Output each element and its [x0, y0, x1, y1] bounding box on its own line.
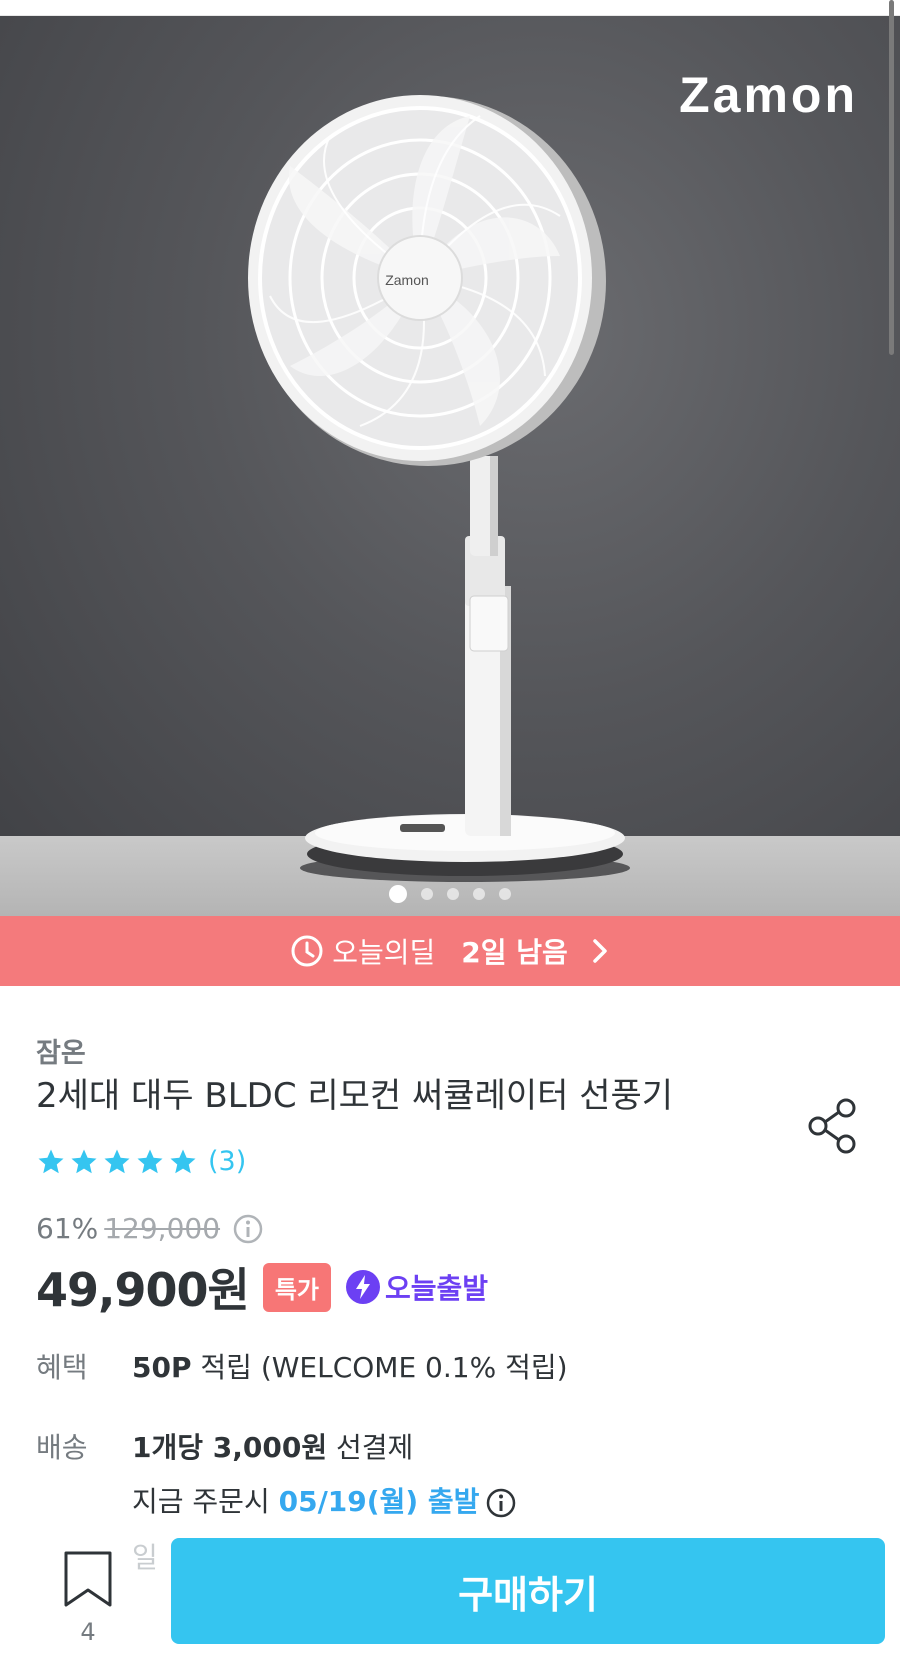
- carousel-dot[interactable]: [499, 888, 511, 900]
- star-icon: [38, 1149, 64, 1173]
- special-badge: 특가: [262, 1262, 332, 1312]
- review-count: (3): [208, 1146, 247, 1177]
- product-image[interactable]: Zamon Zamon: [0, 16, 900, 916]
- star-rating: [36, 1147, 198, 1177]
- benefit-points: 50P: [132, 1351, 192, 1384]
- bottom-action-bar: 4 구매하기: [0, 1536, 900, 1677]
- discount-rate: 61%: [36, 1212, 99, 1245]
- bookmark-button[interactable]: 4: [60, 1550, 116, 1650]
- delivery-fee-amount: 1개당 3,000원: [132, 1431, 328, 1464]
- star-icon: [71, 1149, 97, 1173]
- brand-logo: Zamon: [679, 67, 858, 123]
- discount-row: 61% 129,000: [36, 1212, 264, 1245]
- carousel-dot[interactable]: [447, 888, 459, 900]
- original-price: 129,000: [104, 1212, 221, 1245]
- benefit-text: 50P 적립 (WELCOME 0.1% 적립): [132, 1346, 568, 1386]
- today-ship-label: 오늘출발: [385, 1272, 489, 1305]
- delivery-fee: 1개당 3,000원 선결제: [132, 1426, 413, 1466]
- benefit-label: 혜택: [36, 1351, 88, 1384]
- delivery-schedule: 지금 주문시 05/19(월) 출발: [132, 1480, 517, 1520]
- carousel-dot[interactable]: [421, 888, 433, 900]
- product-title: 2세대 대두 BLDC 리모컨 써큘레이터 선풍기: [36, 1076, 674, 1116]
- bookmark-count: 4: [80, 1618, 96, 1646]
- share-icon[interactable]: [806, 1096, 860, 1156]
- sale-price: 49,900원: [36, 1263, 250, 1317]
- price-row: 49,900원 특가 오늘출발: [36, 1254, 488, 1320]
- delivery-fee-rest: 선결제: [327, 1431, 414, 1464]
- info-icon[interactable]: [232, 1213, 264, 1245]
- info-icon[interactable]: [485, 1487, 517, 1519]
- order-prefix: 지금 주문시: [132, 1485, 279, 1518]
- clock-icon: [291, 935, 323, 967]
- buy-button[interactable]: 구매하기: [171, 1538, 885, 1644]
- rating[interactable]: (3): [36, 1146, 246, 1177]
- star-icon: [104, 1149, 130, 1173]
- delivery-label: 배송: [36, 1431, 88, 1464]
- brand-name[interactable]: 잠온: [36, 1031, 86, 1070]
- today-deal-banner[interactable]: 오늘의딜 2일 남음: [0, 916, 900, 986]
- benefit-rest: 적립 (WELCOME 0.1% 적립): [191, 1351, 568, 1384]
- lightning-icon: [346, 1270, 381, 1304]
- fan-illustration: Zamon: [248, 95, 630, 882]
- top-strip: [0, 0, 900, 16]
- today-ship-badge: 오늘출발: [345, 1267, 488, 1307]
- chevron-right-icon: [593, 939, 607, 963]
- deal-remaining: 2일 남음: [461, 936, 568, 969]
- ship-date: 05/19(월) 출발: [278, 1485, 480, 1518]
- fan-hub-logo: Zamon: [385, 272, 429, 288]
- bookmark-icon: [64, 1551, 112, 1607]
- star-icon: [170, 1149, 196, 1173]
- star-icon: [137, 1149, 163, 1173]
- deal-label: 오늘의딜: [332, 936, 436, 969]
- carousel-dot[interactable]: [473, 888, 485, 900]
- carousel-dots[interactable]: [0, 885, 900, 903]
- carousel-dot[interactable]: [389, 885, 407, 903]
- scrollbar[interactable]: [889, 0, 894, 355]
